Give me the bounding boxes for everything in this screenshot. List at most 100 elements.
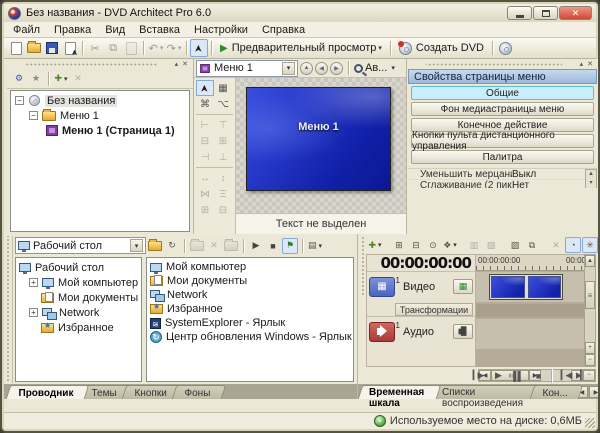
stretch-vertical-button[interactable]: ⊟ (214, 202, 232, 218)
nav-back-button[interactable]: ◀ (315, 61, 328, 75)
timeline-ruler[interactable]: 00:00:00:00 00:00 (476, 255, 584, 271)
zoom-out-button[interactable]: − (583, 369, 595, 381)
preview-button[interactable]: ▶ Предварительный просмотр ▾ (215, 39, 387, 57)
align-bottom-button[interactable]: ⊥ (214, 149, 232, 165)
props-grid-scrollbar[interactable]: ▲ ▾ (585, 169, 597, 188)
center-horizontal-button[interactable]: ⊞ (214, 133, 232, 149)
delete-file-button[interactable]: ✕ (206, 238, 222, 254)
zoom-value[interactable]: Ав... (365, 62, 387, 74)
insert-marker-button[interactable]: ⊙ (425, 237, 441, 253)
menu-help[interactable]: Справка (255, 23, 312, 37)
tab-playlists[interactable]: Списки воспроизведения (430, 385, 541, 409)
minimize-button[interactable] (507, 6, 532, 20)
selection-tool-toggle[interactable]: ➤ (190, 39, 208, 57)
file-item-systemexplorer[interactable]: ≋ SystemExplorer - Ярлык (150, 316, 353, 330)
stretch-horizontal-button[interactable]: ⊞ (196, 202, 214, 218)
delete-item-button[interactable]: ✕ (70, 71, 86, 87)
play-from-start-button[interactable]: ▎▶ (468, 368, 487, 383)
tree-item-menu[interactable]: − Меню 1 (15, 108, 189, 123)
paste-button[interactable] (122, 39, 140, 57)
menu-title-text[interactable]: Меню 1 (247, 121, 390, 133)
menu-file[interactable]: Файл (6, 23, 47, 37)
explorer-panel-grip[interactable] (4, 236, 13, 383)
open-project-button[interactable] (25, 39, 43, 57)
select-tool[interactable]: ➤ (196, 80, 214, 96)
play-media-button[interactable]: ▶ (248, 238, 264, 254)
same-width-button[interactable]: ↔ (196, 170, 214, 186)
props-palette-button[interactable]: Палитра (411, 150, 594, 164)
close-button[interactable]: ✕ (559, 6, 592, 20)
transforms-lane[interactable] (476, 304, 584, 317)
tab-compilation[interactable]: Кон... (529, 385, 584, 399)
file-item-favorites[interactable]: Избранное (150, 302, 353, 316)
redo-button[interactable]: ↷ ▾ (165, 39, 183, 57)
copy-frame-button[interactable]: ⧉ (524, 237, 540, 253)
nav-up-button[interactable]: ▲ (300, 61, 313, 75)
burn-disc-button[interactable] (496, 39, 514, 57)
copy-button[interactable]: ⧉ (104, 39, 122, 57)
scroll-up-button[interactable]: ▲ (585, 255, 595, 267)
project-properties-button[interactable]: ➤ (61, 39, 79, 57)
align-top-button[interactable]: ⊤ (214, 117, 232, 133)
audio-track-header[interactable]: 1 Аудио (367, 316, 475, 346)
space-vertical-button[interactable]: Ξ (214, 186, 232, 202)
tree-item-network[interactable]: + Network (19, 305, 141, 320)
new-project-button[interactable] (7, 39, 25, 57)
stop-button[interactable]: ■ (528, 368, 547, 383)
space-horizontal-button[interactable]: ⋈ (196, 186, 214, 202)
page-selector-combobox[interactable]: Меню 1 ▾ (196, 59, 298, 77)
tree-item-my-documents[interactable]: Мои документы (19, 290, 141, 305)
zoom-out-vertical-button[interactable]: − (585, 354, 595, 366)
menu-edit[interactable]: Правка (47, 23, 98, 37)
tab-backgrounds[interactable]: Фоны (172, 385, 227, 399)
props-panel-grip[interactable]: ▴ ✕ (407, 59, 598, 69)
project-panel-grip[interactable]: ▴ ✕ (7, 59, 193, 69)
video-track-header[interactable]: ▦ 1 Видео ▦ (367, 271, 475, 301)
tab-scroll-right-button[interactable]: ▶ (589, 386, 598, 398)
video-lane[interactable] (476, 272, 584, 302)
property-row[interactable]: Сглаживание (2 пиксела) Нет (408, 180, 597, 189)
play-button[interactable]: ▶ (488, 368, 507, 383)
property-row[interactable]: Уменьшить мерцание р... Выкл (408, 169, 597, 180)
tree-item-favorites[interactable]: Избранное (19, 320, 141, 335)
video-clip[interactable] (489, 274, 563, 300)
address-combobox[interactable]: Рабочий стол ▾ (15, 237, 146, 254)
insert-chapter-button[interactable]: ⊟ (408, 237, 424, 253)
save-frame-button[interactable]: ▧ (483, 237, 499, 253)
tree-item-disc[interactable]: − Без названия (15, 93, 189, 108)
pause-button[interactable]: ▌▌ (508, 368, 527, 383)
add-media-button[interactable]: ✚ ▾ (367, 237, 383, 253)
sizing-grid-tool[interactable]: ▦ (214, 80, 232, 96)
zoom-in-vertical-button[interactable]: + (585, 342, 595, 354)
props-remote-buttons-button[interactable]: Кнопки пульта дистанционного управления (411, 130, 594, 152)
project-panel-close-button[interactable]: ✕ (180, 60, 190, 68)
tab-timeline[interactable]: Временная шкала (357, 385, 442, 409)
lock-button[interactable]: ✕ (548, 237, 564, 253)
stop-media-button[interactable]: ■ (265, 238, 281, 254)
nav-forward-button[interactable]: ▶ (330, 61, 343, 75)
video-track-button[interactable]: ▦ (453, 279, 473, 294)
new-folder-button[interactable] (189, 238, 205, 254)
timeline-lanes[interactable]: 00:00:00:00 00:00 (476, 254, 584, 367)
mask-tool-2[interactable]: ⌥ (214, 96, 232, 112)
expand-icon[interactable]: + (29, 308, 38, 317)
up-one-level-button[interactable] (147, 238, 163, 254)
tree-item-my-computer[interactable]: + Мой компьютер (19, 275, 141, 290)
menu-preview[interactable]: Меню 1 (246, 87, 391, 191)
auto-preview-toggle[interactable]: ⚑ (282, 237, 298, 254)
maximize-button[interactable] (533, 6, 558, 20)
insert-scene-button[interactable]: ⊞ (391, 237, 407, 253)
marker-tools-button[interactable]: ❖ ▾ (442, 237, 458, 253)
export-button[interactable]: ▥ (466, 237, 482, 253)
menu-insert[interactable]: Вставка (132, 23, 187, 37)
align-left-button[interactable]: ⊢ (196, 117, 214, 133)
resize-grip[interactable] (585, 418, 595, 428)
collapse-icon[interactable]: − (29, 111, 38, 120)
props-panel-close-button[interactable]: ✕ (585, 60, 595, 68)
editor-canvas[interactable]: Меню 1 Текст не выделен (236, 78, 406, 234)
file-item-my-computer[interactable]: Мой компьютер (150, 260, 353, 274)
center-vertical-button[interactable]: ⊟ (196, 133, 214, 149)
vertical-scrollbar[interactable]: ▲ ≡ + − (584, 254, 596, 367)
zoom-dropdown-icon[interactable]: ▾ (391, 64, 395, 72)
save-project-button[interactable] (43, 39, 61, 57)
